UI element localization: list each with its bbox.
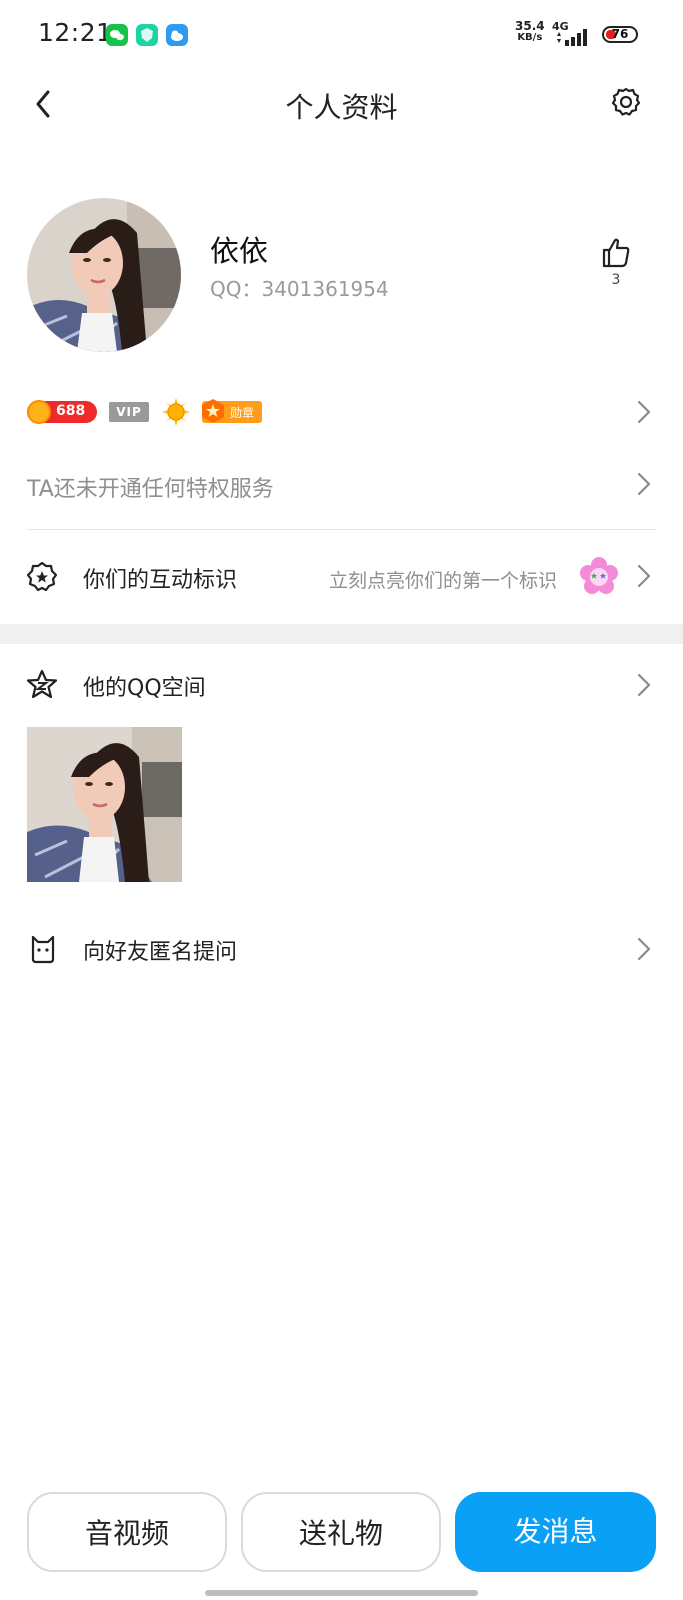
gear-icon[interactable] (610, 86, 642, 118)
status-time: 12:21 (38, 18, 113, 47)
like-count: 3 (611, 272, 621, 288)
section-gap (0, 624, 683, 644)
flower-icon[interactable] (578, 555, 620, 597)
badge-star-icon (26, 561, 58, 592)
anonymous-question-label[interactable]: 向好友匿名提问 (83, 934, 237, 966)
battery-icon: 76 (602, 26, 638, 43)
qzone-photo[interactable] (27, 727, 182, 882)
net-speed: 35.4 KB/s (515, 19, 545, 43)
level-number: 688 (56, 403, 86, 419)
cat-icon (31, 935, 55, 964)
level-badge[interactable]: 688 (27, 400, 97, 424)
qzone-chevron-right-icon[interactable] (636, 672, 652, 698)
thumbs-up-icon[interactable] (600, 236, 632, 270)
badges-chevron-right-icon[interactable] (636, 399, 652, 425)
vip-badge[interactable]: VIP (109, 402, 149, 422)
privilege-chevron-right-icon[interactable] (636, 471, 652, 497)
send-message-button[interactable]: 发消息 (455, 1492, 656, 1572)
qq-number: QQ：3401361954 (210, 277, 389, 301)
interaction-chevron-right-icon[interactable] (636, 563, 652, 589)
audio-video-button[interactable]: 音视频 (27, 1492, 227, 1572)
divider (27, 529, 657, 530)
send-gift-button[interactable]: 送礼物 (241, 1492, 441, 1572)
interaction-mark-label[interactable]: 你们的互动标识 (83, 562, 237, 594)
nickname: 依依 (210, 234, 269, 268)
avatar[interactable] (27, 198, 181, 352)
anonymous-chevron-right-icon[interactable] (636, 936, 652, 962)
qzone-label[interactable]: 他的QQ空间 (83, 670, 206, 702)
app-shield-icon (136, 24, 158, 46)
weather-icon (166, 24, 188, 46)
medal-badge[interactable]: 勋章 (202, 399, 262, 423)
medal-label: 勋章 (230, 406, 255, 420)
wechat-icon (106, 24, 128, 46)
interaction-mark-hint[interactable]: 立刻点亮你们的第一个标识 (329, 566, 557, 593)
sun-icon[interactable] (162, 398, 190, 426)
signal-icon (557, 29, 587, 46)
qzone-star-icon (26, 669, 58, 699)
medal-star-icon (202, 399, 224, 423)
privilege-text[interactable]: TA还未开通任何特权服务 (27, 471, 274, 503)
page-title: 个人资料 (285, 91, 398, 124)
home-indicator[interactable] (205, 1590, 478, 1596)
